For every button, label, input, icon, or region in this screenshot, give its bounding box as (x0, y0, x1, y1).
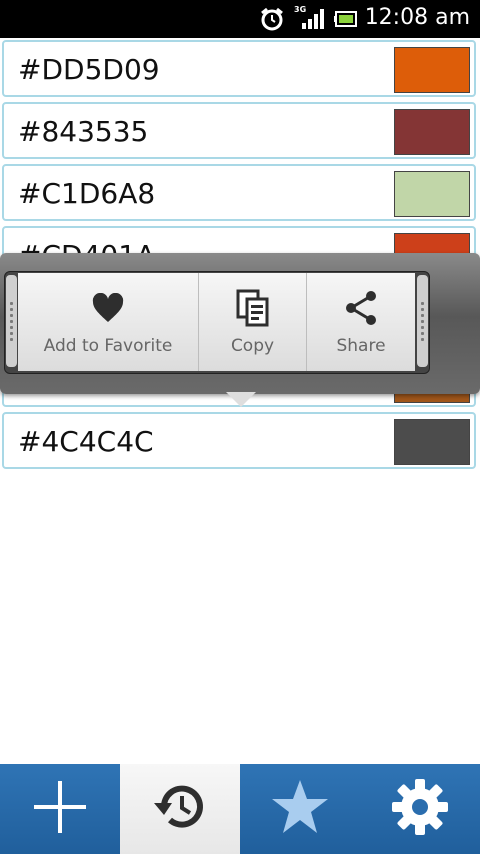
tab-favorites[interactable] (240, 764, 360, 854)
color-hex-label: #DD5D09 (18, 53, 160, 86)
color-swatch (394, 419, 470, 465)
scroll-left-handle[interactable] (6, 275, 17, 367)
quick-action-popup: Add to Favorite Copy Share (0, 253, 480, 394)
color-row[interactable]: #C1D6A8 (2, 164, 476, 221)
color-hex-label: #C1D6A8 (18, 177, 156, 210)
color-row[interactable]: #843535 (2, 102, 476, 159)
history-icon (150, 779, 210, 839)
star-icon (269, 778, 331, 840)
popup-pointer (226, 392, 256, 407)
tab-settings[interactable] (360, 764, 480, 854)
share-button[interactable]: Share (307, 273, 415, 371)
alarm-icon (259, 7, 285, 35)
add-to-favorite-button[interactable]: Add to Favorite (18, 273, 199, 371)
color-swatch (394, 171, 470, 217)
popup-actions: Add to Favorite Copy Share (18, 273, 415, 371)
scroll-right-handle[interactable] (417, 275, 428, 367)
copy-icon (236, 289, 270, 327)
color-swatch (394, 47, 470, 93)
status-bar: 3G 12:08 am (0, 0, 480, 38)
copy-label: Copy (230, 336, 275, 356)
color-row[interactable]: #4C4C4C (2, 412, 476, 469)
color-hex-label: #843535 (18, 115, 149, 148)
share-label: Share (336, 336, 386, 356)
tab-history[interactable] (120, 764, 240, 854)
heart-icon (92, 291, 124, 325)
color-row[interactable]: #DD5D09 (2, 40, 476, 97)
signal-icon (301, 8, 325, 34)
color-hex-label: #4C4C4C (18, 425, 154, 458)
copy-button[interactable]: Copy (199, 273, 307, 371)
add-to-favorite-label: Add to Favorite (43, 336, 173, 356)
gear-icon (390, 777, 450, 841)
battery-icon (334, 11, 358, 31)
plus-icon (32, 779, 88, 839)
share-icon (343, 291, 379, 325)
bottom-tab-bar (0, 764, 480, 854)
color-swatch (394, 109, 470, 155)
status-time: 12:08 am (364, 5, 470, 30)
tab-add[interactable] (0, 764, 120, 854)
